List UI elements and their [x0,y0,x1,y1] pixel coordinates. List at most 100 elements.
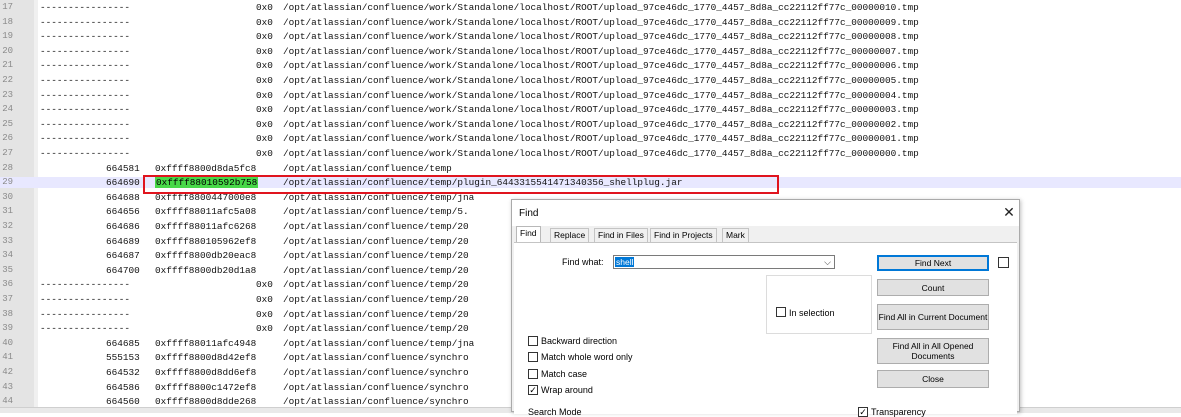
search-mode-label: Search Mode [528,407,582,417]
editor-line[interactable]: 21 ---------------- 0x0/opt/atlassian/conf… [0,60,1181,71]
find-what-label: Find what: [562,257,604,267]
match-case-checkbox[interactable] [528,369,538,379]
line-number: 30 [2,191,13,202]
line-number: 24 [2,104,13,115]
match-case-label: Match case [541,369,588,379]
file-path: /opt/atlassian/confluence/temp/20 [283,323,469,335]
transparency-checkbox[interactable]: ✓ [858,407,868,417]
offset-value: 0xffff8800d8d42ef8 [155,352,257,364]
in-selection-checkbox[interactable] [776,307,786,317]
file-path: /opt/atlassian/confluence/work/Standalon… [283,118,919,130]
line-number: 19 [2,31,13,42]
file-path: /opt/atlassian/confluence/work/Standalon… [283,148,919,159]
file-path: /opt/atlassian/confluence/work/Standalon… [283,133,919,145]
find-next-button[interactable]: Find Next [877,255,989,271]
find-all-opened-button[interactable]: Find All in All Opened Documents [877,338,989,364]
file-path: /opt/atlassian/confluence/synchro [283,381,469,393]
offset-value: 0xffff8800db20d1a8 [155,264,257,276]
wrap-around-checkbox[interactable]: ✓ [528,385,538,395]
editor-line[interactable]: 22 ---------------- 0x0/opt/atlassian/conf… [0,75,1181,86]
tab-mark[interactable]: Mark [722,228,749,242]
pid-placeholder: ---------------- [40,2,131,13]
tab-find-in-files[interactable]: Find in Files [594,228,648,242]
offset-value: 0xffff8800d8dde268 [155,396,257,408]
line-number: 42 [2,367,13,377]
tab-find[interactable]: Find [516,226,541,243]
line-number: 23 [2,89,13,100]
offset-value: 0x0 [256,118,273,130]
editor-line[interactable]: 20 ---------------- 0x0/opt/atlassian/conf… [0,46,1181,57]
editor-line[interactable]: 17 ---------------- 0x0/opt/atlassian/conf… [0,2,1181,13]
editor-line[interactable]: 23 ---------------- 0x0/opt/atlassian/conf… [0,90,1181,101]
file-path: /opt/atlassian/confluence/temp/20 [283,235,469,247]
chevron-down-icon[interactable]: ⌵ [824,256,831,268]
editor-line[interactable]: 18 ---------------- 0x0/opt/atlassian/conf… [0,17,1181,28]
count-button[interactable]: Count [877,279,989,296]
dialog-titlebar[interactable]: Find ✕ [512,200,1019,226]
file-path: /opt/atlassian/confluence/temp/jna [283,337,475,349]
pid-placeholder: ---------------- [40,75,131,86]
backward-direction-checkbox[interactable] [528,336,538,346]
editor-line[interactable]: 19 ---------------- 0x0/opt/atlassian/conf… [0,31,1181,42]
highlight-annotation-box [143,175,779,194]
pid-placeholder: ---------------- [40,89,131,101]
file-path: /opt/atlassian/confluence/temp/20 [283,221,469,232]
file-path: /opt/atlassian/confluence/work/Standalon… [283,60,919,72]
find-dialog: Find ✕ Find Replace Find in Files Find i… [511,199,1020,417]
editor-line[interactable]: 24 ---------------- 0x0/opt/atlassian/conf… [0,104,1181,115]
line-number: 29 [2,177,13,188]
offset-value: 0xffff88011afc5a08 [155,206,257,218]
pid-value: 664688 [106,191,140,203]
line-number: 44 [2,396,13,407]
line-number: 41 [2,352,13,363]
tab-replace[interactable]: Replace [550,228,590,242]
offset-value: 0xffff88011afc4948 [155,337,257,349]
file-path: /opt/atlassian/confluence/temp/5. [283,206,469,218]
pid-value: 664685 [106,337,140,349]
pid-value: 664532 [106,367,140,378]
find-what-combobox[interactable]: shell ⌵ [613,255,835,269]
pid-placeholder: ---------------- [40,118,131,130]
line-number: 40 [2,337,13,348]
file-path: /opt/atlassian/confluence/synchro [283,396,469,408]
offset-value: 0xffff8800db20eac8 [155,250,257,262]
editor-line[interactable]: 27 ---------------- 0x0/opt/atlassian/conf… [0,148,1181,159]
dialog-option-checkbox[interactable] [998,257,1009,268]
file-path: /opt/atlassian/confluence/temp/20 [283,264,469,276]
pid-value: 555153 [106,352,140,364]
file-path: /opt/atlassian/confluence/work/Standalon… [283,2,919,13]
pid-value: 664560 [106,396,140,408]
file-path: /opt/atlassian/confluence/work/Standalon… [283,31,919,43]
pid-value: 664689 [106,235,140,247]
pid-value: 664581 [106,162,140,174]
find-all-current-button[interactable]: Find All in Current Document [877,304,989,330]
offset-value: 0x0 [256,133,273,145]
close-icon[interactable]: ✕ [1000,203,1018,221]
line-number: 25 [2,118,13,129]
offset-value: 0x0 [256,75,273,86]
line-number: 21 [2,60,13,71]
pid-value: 664700 [106,264,140,276]
editor-line[interactable]: 25 ---------------- 0x0/opt/atlassian/conf… [0,119,1181,130]
line-number: 20 [2,45,13,56]
tab-find-in-projects[interactable]: Find in Projects [650,228,717,242]
file-path: /opt/atlassian/confluence/synchro [283,367,469,378]
match-whole-word-checkbox[interactable] [528,352,538,362]
offset-value: 0xffff8800c1472ef8 [155,381,257,393]
wrap-around-label: Wrap around [541,385,593,395]
line-number: 33 [2,235,13,246]
file-path: /opt/atlassian/confluence/temp/20 [283,308,469,320]
in-selection-group [766,275,872,334]
file-path: /opt/atlassian/confluence/temp/20 [283,250,469,262]
editor-line[interactable]: 26 ---------------- 0x0/opt/atlassian/conf… [0,133,1181,144]
offset-value: 0x0 [256,60,273,72]
close-button[interactable]: Close [877,370,989,388]
offset-value: 0xffff8800d8da5fc8 [155,162,257,174]
find-panel: Find what: shell ⌵ Find Next In selectio… [514,242,1017,417]
pid-placeholder: ---------------- [40,45,131,57]
editor-line[interactable]: 28 664581 0xffff8800d8da5fc8/opt/atlassian… [0,163,1181,174]
file-path: /opt/atlassian/confluence/work/Standalon… [283,104,919,116]
pid-placeholder: ---------------- [40,323,131,335]
line-number: 18 [2,16,13,27]
pid-placeholder: ---------------- [40,308,131,320]
